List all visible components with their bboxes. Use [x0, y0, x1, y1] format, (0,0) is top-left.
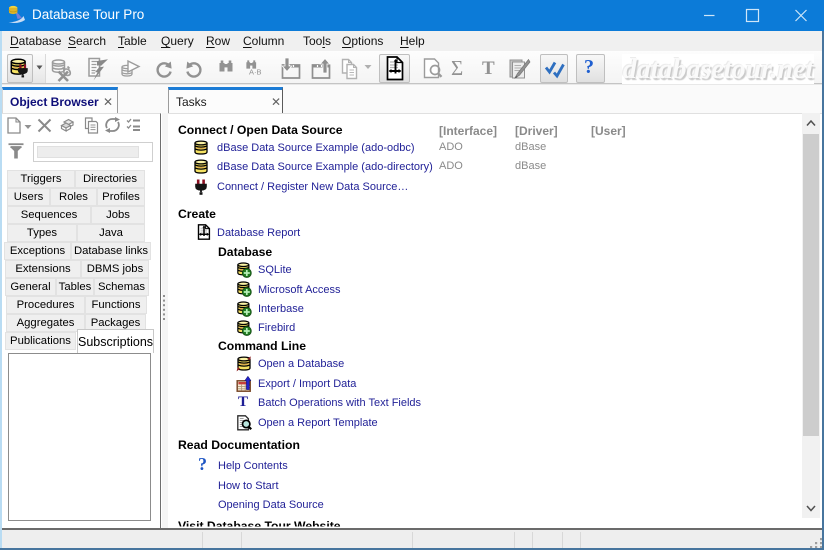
svg-text:A·B: A·B: [249, 68, 262, 76]
